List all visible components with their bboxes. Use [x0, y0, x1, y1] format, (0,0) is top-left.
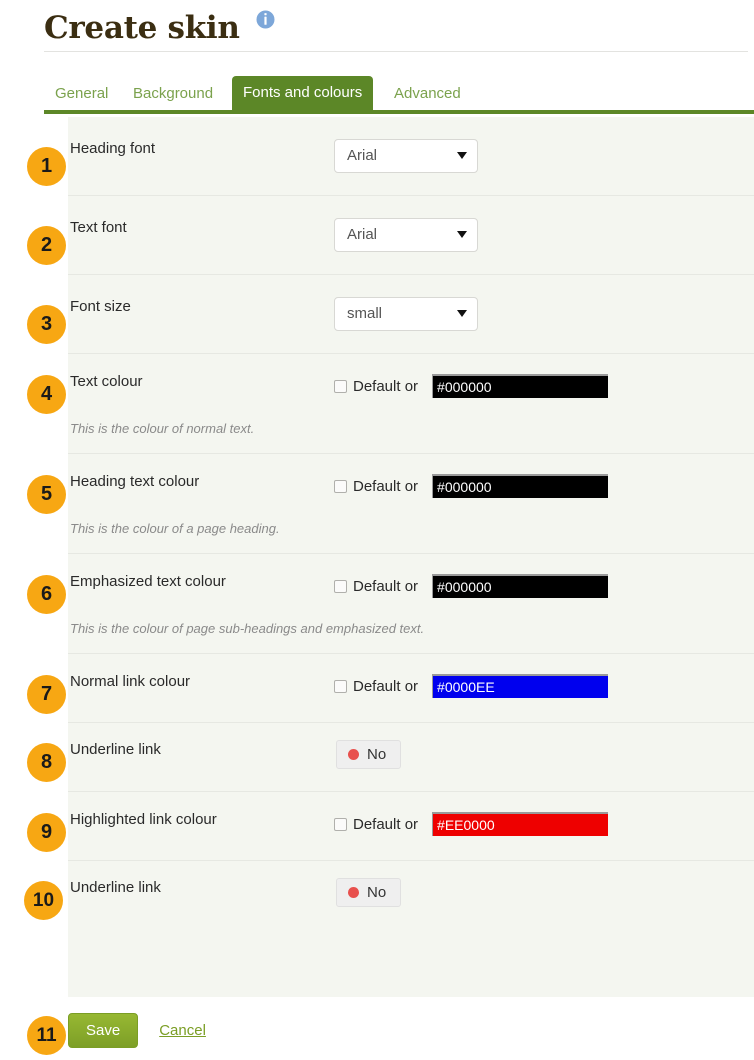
label-text-colour: Text colour: [70, 373, 143, 390]
emphasized-text-colour-default-label[interactable]: Default or: [353, 578, 418, 595]
tab-general[interactable]: General: [44, 78, 119, 110]
highlighted-link-colour-group: Default or: [334, 810, 754, 836]
emphasized-text-colour-default-checkbox[interactable]: [334, 579, 347, 593]
heading-font-select[interactable]: Arial: [334, 139, 478, 173]
page-header: Create skin: [0, 0, 754, 58]
step-badge-8: 8: [27, 743, 66, 782]
cancel-link[interactable]: Cancel: [159, 1022, 206, 1039]
text-font-select[interactable]: Arial: [334, 218, 478, 252]
status-dot-icon: [348, 887, 359, 898]
highlighted-link-colour-default-label[interactable]: Default or: [353, 816, 418, 833]
step-badge-6: 6: [27, 575, 66, 614]
row-text-font: 2 Text font Arial: [27, 196, 754, 274]
desc-emphasized-text-colour: This is the colour of page sub-headings …: [70, 621, 425, 636]
step-badge-2: 2: [27, 226, 66, 265]
emphasized-text-colour-input[interactable]: [432, 574, 609, 598]
title-divider: [44, 51, 748, 52]
font-size-select-wrap: small: [334, 297, 478, 331]
label-emphasized-text-colour: Emphasized text colour: [70, 573, 226, 590]
label-text-font: Text font: [70, 219, 127, 236]
label-heading-text-colour: Heading text colour: [70, 473, 200, 490]
heading-text-colour-default-label[interactable]: Default or: [353, 478, 418, 495]
heading-text-colour-default-checkbox[interactable]: [334, 479, 347, 493]
tab-advanced[interactable]: Advanced: [383, 78, 472, 110]
highlighted-link-colour-default-checkbox[interactable]: [334, 817, 347, 831]
tab-bar: General Background Fonts and colours Adv…: [44, 76, 754, 114]
row-highlighted-link-colour: 9 Highlighted link colour Default or: [27, 792, 754, 860]
underline-link-normal-toggle[interactable]: No: [336, 740, 402, 769]
label-underline-link-normal: Underline link: [70, 741, 161, 758]
step-badge-10: 10: [24, 881, 63, 920]
normal-link-colour-input[interactable]: [432, 674, 609, 698]
step-badge-7: 7: [27, 675, 66, 714]
page-title: Create skin: [44, 10, 240, 46]
underline-link-normal-value: No: [367, 746, 387, 763]
row-underline-link-normal: 8 Underline link No: [27, 723, 754, 791]
row-emphasized-text-colour: 6 Emphasized text colour Default or This…: [27, 554, 754, 653]
row-font-size: 3 Font size small: [27, 275, 754, 353]
font-size-select[interactable]: small: [334, 297, 478, 331]
row-heading-text-colour: 5 Heading text colour Default or This is…: [27, 454, 754, 553]
step-badge-3: 3: [27, 305, 66, 344]
panel-bottom-spacer: [68, 910, 754, 956]
normal-link-colour-group: Default or: [334, 672, 754, 698]
underline-link-highlighted-value: No: [367, 884, 387, 901]
heading-text-colour-input[interactable]: [432, 474, 609, 498]
text-colour-input[interactable]: [432, 374, 609, 398]
heading-text-colour-group: Default or: [334, 472, 754, 498]
step-badge-9: 9: [27, 813, 66, 852]
step-badge-5: 5: [27, 475, 66, 514]
status-dot-icon: [348, 749, 359, 760]
underline-link-highlighted-toggle[interactable]: No: [336, 878, 402, 907]
emphasized-text-colour-group: Default or: [334, 572, 754, 598]
label-heading-font: Heading font: [70, 140, 156, 157]
highlighted-link-colour-input[interactable]: [432, 812, 609, 836]
desc-heading-text-colour: This is the colour of a page heading.: [70, 521, 280, 536]
text-colour-group: Default or: [334, 372, 754, 398]
step-badge-4: 4: [27, 375, 66, 414]
label-underline-link-highlighted: Underline link: [70, 879, 161, 896]
tab-background[interactable]: Background: [122, 78, 224, 110]
text-colour-default-checkbox[interactable]: [334, 379, 347, 393]
label-normal-link-colour: Normal link colour: [70, 673, 191, 690]
row-normal-link-colour: 7 Normal link colour Default or: [27, 654, 754, 722]
info-circle-icon[interactable]: [256, 10, 275, 29]
row-underline-link-highlighted: 10 Underline link No: [24, 861, 754, 956]
desc-text-colour: This is the colour of normal text.: [70, 421, 255, 436]
tab-fonts-and-colours[interactable]: Fonts and colours: [232, 76, 374, 110]
step-badge-1: 1: [27, 147, 66, 186]
row-text-colour: 4 Text colour Default or This is the col…: [27, 354, 754, 453]
label-highlighted-link-colour: Highlighted link colour: [70, 811, 217, 828]
save-button[interactable]: Save: [68, 1013, 139, 1048]
row-heading-font: 1 Heading font Arial: [27, 117, 754, 195]
tab-underline: [44, 110, 754, 114]
normal-link-colour-default-checkbox[interactable]: [334, 679, 347, 693]
text-colour-default-label[interactable]: Default or: [353, 378, 418, 395]
settings-panel: 1 Heading font Arial 2 Text font Arial 3…: [24, 117, 754, 997]
step-badge-11: 11: [27, 1016, 66, 1055]
heading-font-select-wrap: Arial: [334, 139, 478, 173]
normal-link-colour-default-label[interactable]: Default or: [353, 678, 418, 695]
form-actions: 11 Save Cancel: [27, 1013, 206, 1055]
label-font-size: Font size: [70, 298, 131, 315]
text-font-select-wrap: Arial: [334, 218, 478, 252]
